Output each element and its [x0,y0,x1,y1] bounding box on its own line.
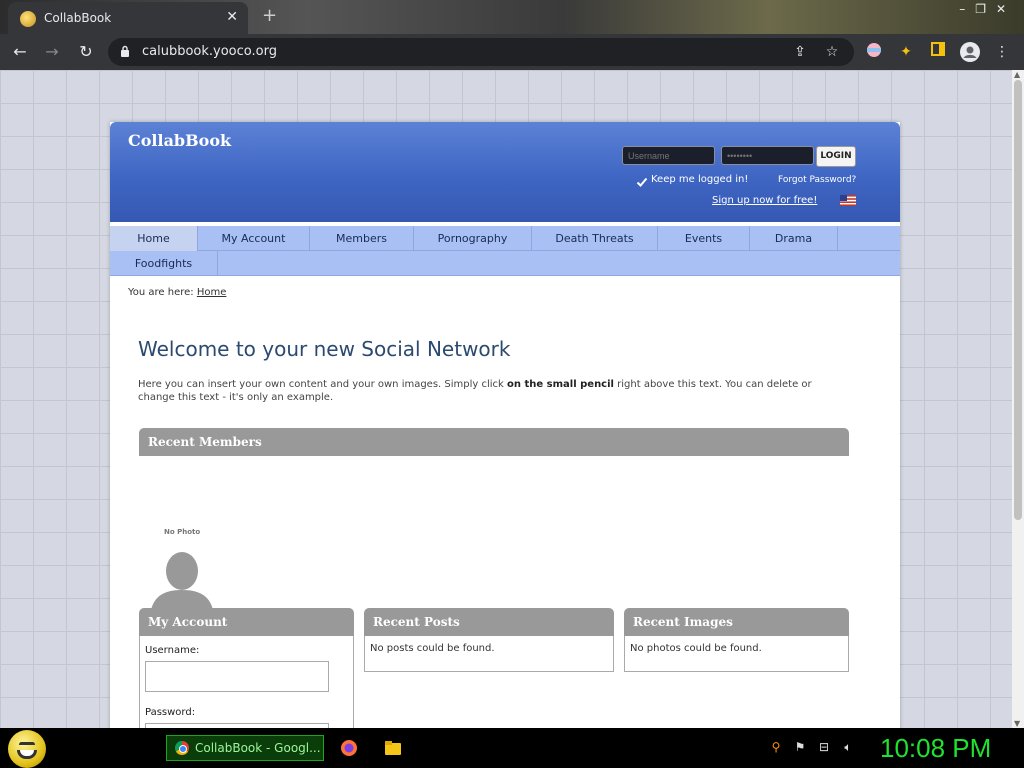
main-nav-row-2: Foodfights [110,251,900,276]
volume-icon[interactable]: 🔈︎ [840,740,856,756]
lock-icon [121,45,129,57]
share-icon[interactable]: ⇪ [790,42,810,62]
password-label: Password: [145,707,196,718]
welcome-text-part-1: Here you can insert your own content and… [138,379,508,390]
site-container: CollabBook LOGIN Keep me logged in! Forg… [110,122,900,728]
reload-icon[interactable]: ↻ [74,41,98,63]
page-scrollbar[interactable]: ▲ ▼ [1012,70,1024,728]
taskbar-chrome-window[interactable]: CollabBook - Googl... [166,735,324,761]
header-password-input[interactable] [721,146,814,165]
recent-images-empty-text: No photos could be found. [630,643,762,654]
browser-tab-strip: CollabBook ✕ + –❐✕ [0,0,1024,34]
default-avatar-icon[interactable] [150,546,214,616]
profile-avatar-icon[interactable] [960,42,980,62]
breadcrumb: You are here: Home [128,287,226,298]
nav-death-threats[interactable]: Death Threats [532,226,658,251]
site-favicon-icon [20,11,36,27]
header-username-input[interactable] [622,146,715,165]
file-explorer-icon[interactable] [384,739,402,757]
forward-arrow-icon[interactable]: → [40,41,64,63]
start-button-smiley-icon[interactable] [8,730,46,768]
keep-logged-in-checkbox[interactable] [636,176,648,188]
scroll-up-arrow-icon[interactable]: ▲ [1014,70,1020,79]
chrome-icon [175,741,189,755]
no-photo-label: No Photo [164,528,201,536]
taskbar-window-label: CollabBook - Googl... [195,741,321,755]
bookmark-star-icon[interactable]: ☆ [822,42,842,62]
firefox-icon[interactable] [340,739,358,757]
side-panel-icon[interactable] [928,42,948,62]
welcome-text-bold: on the small pencil [507,379,614,390]
welcome-text: Here you can insert your own content and… [138,378,838,404]
close-tab-icon[interactable]: ✕ [226,9,238,25]
nav-events[interactable]: Events [658,226,750,251]
recent-posts-panel: No posts could be found. [364,636,614,672]
network-icon[interactable]: ⊟ [816,740,832,756]
browser-tab[interactable]: CollabBook ✕ [8,2,248,34]
recent-posts-empty-text: No posts could be found. [370,643,495,654]
address-bar[interactable]: calubbook.yooco.org ⇪ ☆ [108,38,854,66]
keep-logged-in-label: Keep me logged in! [651,174,749,185]
os-taskbar: CollabBook - Googl... ⚲ ⚑ ⊟ 🔈︎ 10:08 PM [0,728,1024,768]
login-button[interactable]: LOGIN [816,146,856,167]
nav-home[interactable]: Home [110,226,198,251]
us-flag-icon[interactable] [840,195,856,206]
username-field[interactable] [145,661,329,692]
recent-images-heading: Recent Images [624,608,849,636]
signup-link[interactable]: Sign up now for free! [712,195,817,206]
forgot-password-link[interactable]: Forgot Password? [778,175,856,185]
page-title: Welcome to your new Social Network [138,337,511,361]
page-viewport: CollabBook LOGIN Keep me logged in! Forg… [0,70,1012,728]
breadcrumb-home-link[interactable]: Home [197,287,227,298]
action-center-flag-icon[interactable]: ⚑ [792,740,808,756]
nav-pornography[interactable]: Pornography [414,226,532,251]
taskbar-clock[interactable]: 10:08 PM [880,733,991,764]
recent-images-panel: No photos could be found. [624,636,849,672]
main-nav-row-1: Home My Account Members Pornography Deat… [110,226,900,251]
profile-extension-icon[interactable] [864,42,884,62]
extensions-puzzle-icon[interactable]: ✦ [896,42,916,62]
search-icon[interactable]: ⚲ [768,740,784,756]
browser-menu-icon[interactable]: ⋮ [992,42,1012,62]
scrollbar-thumb[interactable] [1014,80,1022,520]
nav-my-account[interactable]: My Account [198,226,310,251]
recent-posts-heading: Recent Posts [364,608,614,636]
nav-drama[interactable]: Drama [750,226,838,251]
site-header: CollabBook LOGIN Keep me logged in! Forg… [110,122,900,222]
my-account-heading: My Account [139,608,354,636]
username-label: Username: [145,645,200,656]
new-tab-icon[interactable]: + [262,5,277,26]
scroll-down-arrow-icon[interactable]: ▼ [1014,719,1020,728]
back-arrow-icon[interactable]: ← [8,41,32,63]
recent-members-heading: Recent Members [139,428,849,456]
nav-foodfights[interactable]: Foodfights [110,251,218,276]
nav-members[interactable]: Members [310,226,414,251]
breadcrumb-prefix: You are here: [128,287,194,298]
url-text: calubbook.yooco.org [142,44,277,59]
window-controls[interactable]: –❐✕ [959,2,1016,16]
tab-title: CollabBook [44,11,112,25]
browser-toolbar: ← → ↻ calubbook.yooco.org ⇪ ☆ ✦ ⋮ [0,34,1024,70]
site-logo[interactable]: CollabBook [128,131,231,150]
